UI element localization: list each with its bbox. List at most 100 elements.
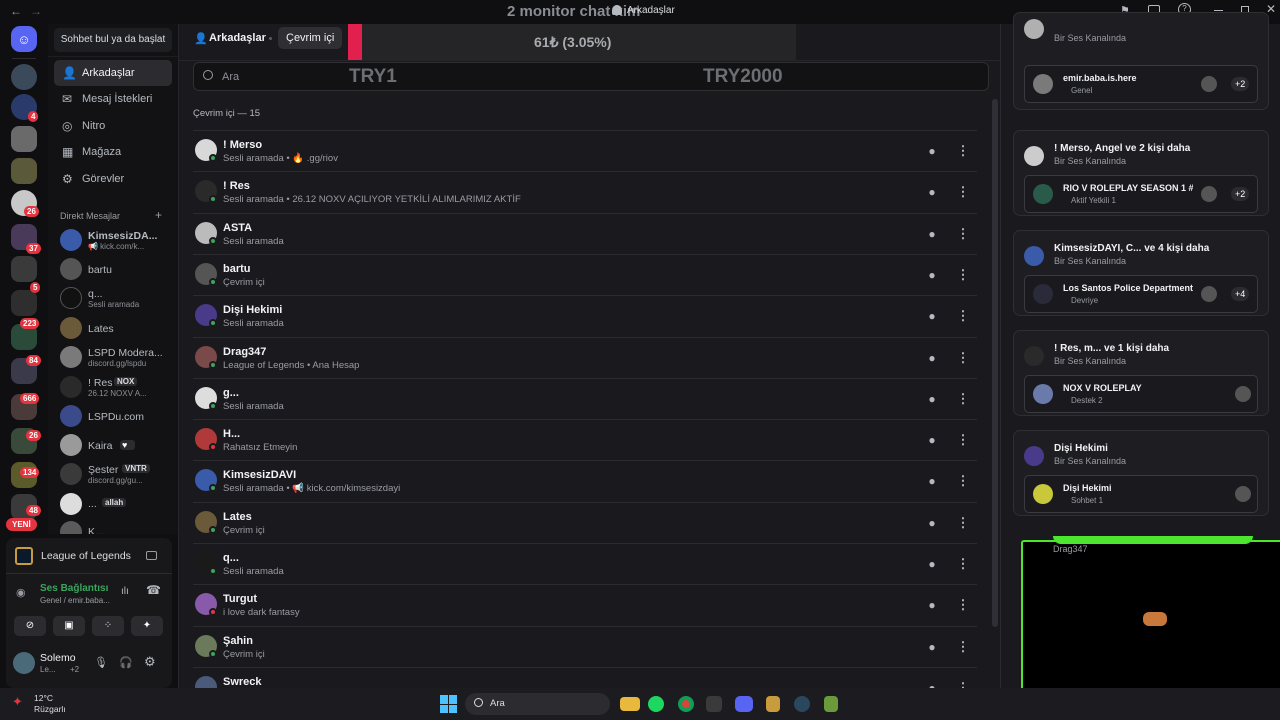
more-options-icon[interactable]: ⋮ bbox=[952, 388, 974, 410]
dm-item[interactable]: LSPD Modera... discord.gg/lspdu bbox=[56, 343, 174, 371]
message-icon[interactable]: ● bbox=[921, 347, 943, 369]
add-dm-icon[interactable]: + bbox=[155, 208, 162, 222]
message-icon[interactable]: ● bbox=[921, 636, 943, 658]
camera-off-button[interactable]: ⊘ bbox=[14, 616, 46, 636]
dm-item[interactable]: KimsesizDA... 📢 kick.com/k... bbox=[56, 226, 174, 254]
more-options-icon[interactable]: ⋮ bbox=[952, 429, 974, 451]
back-arrow-icon[interactable]: ← bbox=[10, 4, 22, 18]
friend-row[interactable]: ASTA Sesli aramada ● ⋮ bbox=[193, 212, 977, 254]
more-options-icon[interactable]: ⋮ bbox=[952, 305, 974, 327]
friend-row[interactable]: Şahin Çevrim içi ● ⋮ bbox=[193, 625, 977, 667]
chrome-icon[interactable] bbox=[678, 696, 694, 712]
more-options-icon[interactable]: ⋮ bbox=[952, 512, 974, 534]
game-activity[interactable]: League of Legends bbox=[6, 538, 172, 574]
dm-item[interactable]: ! Res NOX 26.12 NOXV A... bbox=[56, 373, 174, 401]
dm-item[interactable]: Şester VNTR discord.gg/gu... bbox=[56, 460, 174, 488]
start-windows-icon[interactable] bbox=[439, 694, 459, 714]
friend-row[interactable]: g... Sesli aramada ● ⋮ bbox=[193, 377, 977, 419]
voice-channel-box[interactable]: RIO V ROLEPLAY SEASON 1 #... Aktif Yetki… bbox=[1024, 175, 1258, 213]
voice-channel-box[interactable]: emir.baba.is.here Genel +2 bbox=[1024, 65, 1258, 103]
forward-arrow-icon[interactable]: → bbox=[30, 4, 42, 18]
friend-row[interactable]: Dişi Hekimi Sesli aramada ● ⋮ bbox=[193, 295, 977, 336]
friend-row[interactable]: bartu Çevrim içi ● ⋮ bbox=[193, 253, 977, 295]
voice-channel-box[interactable]: Los Santos Police Department Devriye +4 bbox=[1024, 275, 1258, 313]
message-icon[interactable]: ● bbox=[921, 181, 943, 203]
activity-card[interactable]: Dişi Hekimi Bir Ses Kanalında Dişi Hekim… bbox=[1013, 430, 1269, 516]
screen-share-button[interactable]: ▣ bbox=[53, 616, 85, 636]
minimize-icon[interactable] bbox=[1214, 10, 1223, 11]
dm-item[interactable]: Lates bbox=[56, 314, 174, 342]
taskbar-search[interactable]: Ara bbox=[465, 693, 610, 715]
tab-online[interactable]: Çevrim içi bbox=[278, 27, 343, 49]
message-icon[interactable]: ● bbox=[921, 429, 943, 451]
settings-gear-icon[interactable]: ⚙ bbox=[144, 654, 156, 670]
friend-row[interactable]: ! Res Sesli aramada • 26.12 NOXV AÇILIYO… bbox=[193, 171, 977, 212]
server-icon[interactable] bbox=[11, 126, 37, 152]
server-icon[interactable] bbox=[11, 64, 37, 90]
activities-button[interactable]: ⁘ bbox=[92, 616, 124, 636]
friend-row[interactable]: q... Sesli aramada ● ⋮ bbox=[193, 543, 977, 584]
activity-card[interactable]: Bir Ses Kanalında emir.baba.is.here Gene… bbox=[1013, 12, 1269, 110]
more-options-icon[interactable]: ⋮ bbox=[952, 553, 974, 575]
friend-row[interactable]: ! Merso Sesli aramada • 🔥 .gg/riov ● ⋮ bbox=[193, 130, 977, 171]
dm-item[interactable]: LSPDu.com bbox=[56, 402, 174, 430]
message-icon[interactable]: ● bbox=[921, 223, 943, 245]
friend-row[interactable]: H... Rahatsız Etmeyin ● ⋮ bbox=[193, 419, 977, 460]
server-icon[interactable] bbox=[11, 290, 37, 316]
message-icon[interactable]: ● bbox=[921, 388, 943, 410]
voice-channel[interactable]: Genel / emir.baba... bbox=[40, 596, 112, 605]
dm-item[interactable]: K... bbox=[56, 518, 174, 534]
server-icon[interactable] bbox=[11, 256, 37, 282]
dm-item[interactable]: q... Sesli aramada bbox=[56, 284, 174, 312]
spotify-icon[interactable] bbox=[648, 696, 664, 712]
disconnect-icon[interactable]: ☎ bbox=[146, 583, 161, 597]
noise-suppression-icon[interactable]: ılı bbox=[121, 586, 129, 597]
discord-home-icon[interactable]: ☺ bbox=[11, 26, 37, 52]
activity-card[interactable]: ! Res, m... ve 1 kişi daha Bir Ses Kanal… bbox=[1013, 330, 1269, 416]
discord-taskbar-icon[interactable] bbox=[735, 696, 753, 712]
microphone-icon[interactable]: 🎙 bbox=[94, 656, 108, 669]
voice-channel-box[interactable]: NOX V ROLEPLAY Destek 2 bbox=[1024, 375, 1258, 413]
new-badge[interactable]: YENİ bbox=[6, 518, 37, 531]
message-icon[interactable]: ● bbox=[921, 264, 943, 286]
more-options-icon[interactable]: ⋮ bbox=[952, 264, 974, 286]
nav-friends[interactable]: 👤 Arkadaşlar bbox=[54, 60, 172, 86]
controller-icon[interactable] bbox=[146, 551, 157, 560]
avatar[interactable] bbox=[13, 652, 35, 674]
dm-item[interactable]: ... allah bbox=[56, 490, 174, 518]
dm-item[interactable]: bartu bbox=[56, 255, 174, 283]
more-options-icon[interactable]: ⋮ bbox=[952, 140, 974, 162]
soundboard-button[interactable]: ✦ bbox=[131, 616, 163, 636]
more-options-icon[interactable]: ⋮ bbox=[952, 347, 974, 369]
nav-quests[interactable]: ⚙ Görevler bbox=[54, 166, 172, 192]
message-icon[interactable]: ● bbox=[921, 553, 943, 575]
more-options-icon[interactable]: ⋮ bbox=[952, 594, 974, 616]
message-icon[interactable]: ● bbox=[921, 594, 943, 616]
league-icon[interactable] bbox=[766, 696, 780, 712]
friend-row[interactable]: Turgut i love dark fantasy ● ⋮ bbox=[193, 584, 977, 625]
server-icon[interactable] bbox=[11, 158, 37, 184]
nav-nitro[interactable]: ◎ Nitro bbox=[54, 113, 172, 139]
headphones-icon[interactable]: 🎧 bbox=[119, 656, 133, 669]
app-icon[interactable] bbox=[824, 696, 838, 712]
nav-message-requests[interactable]: ✉ Mesaj İstekleri bbox=[54, 86, 172, 112]
file-explorer-icon[interactable] bbox=[620, 697, 640, 711]
app-icon[interactable] bbox=[706, 696, 722, 712]
dm-item[interactable]: Kaira ♥ bbox=[56, 431, 174, 459]
find-conversation-button[interactable]: Sohbet bul ya da başlat bbox=[54, 28, 172, 52]
message-icon[interactable]: ● bbox=[921, 470, 943, 492]
nav-shop[interactable]: ▦ Mağaza bbox=[54, 139, 172, 165]
activity-card[interactable]: ! Merso, Angel ve 2 kişi daha Bir Ses Ka… bbox=[1013, 130, 1269, 216]
weather-temp[interactable]: 12°C bbox=[34, 693, 53, 703]
message-icon[interactable]: ● bbox=[921, 512, 943, 534]
scrollbar-thumb[interactable] bbox=[992, 99, 998, 627]
more-options-icon[interactable]: ⋮ bbox=[952, 181, 974, 203]
friend-row[interactable]: KimsesizDAVI Sesli aramada • 📢 kick.com/… bbox=[193, 460, 977, 501]
message-icon[interactable]: ● bbox=[921, 305, 943, 327]
message-icon[interactable]: ● bbox=[921, 140, 943, 162]
more-options-icon[interactable]: ⋮ bbox=[952, 636, 974, 658]
more-options-icon[interactable]: ⋮ bbox=[952, 223, 974, 245]
more-options-icon[interactable]: ⋮ bbox=[952, 470, 974, 492]
friend-row[interactable]: Lates Çevrim içi ● ⋮ bbox=[193, 501, 977, 543]
steam-icon[interactable] bbox=[794, 696, 810, 712]
